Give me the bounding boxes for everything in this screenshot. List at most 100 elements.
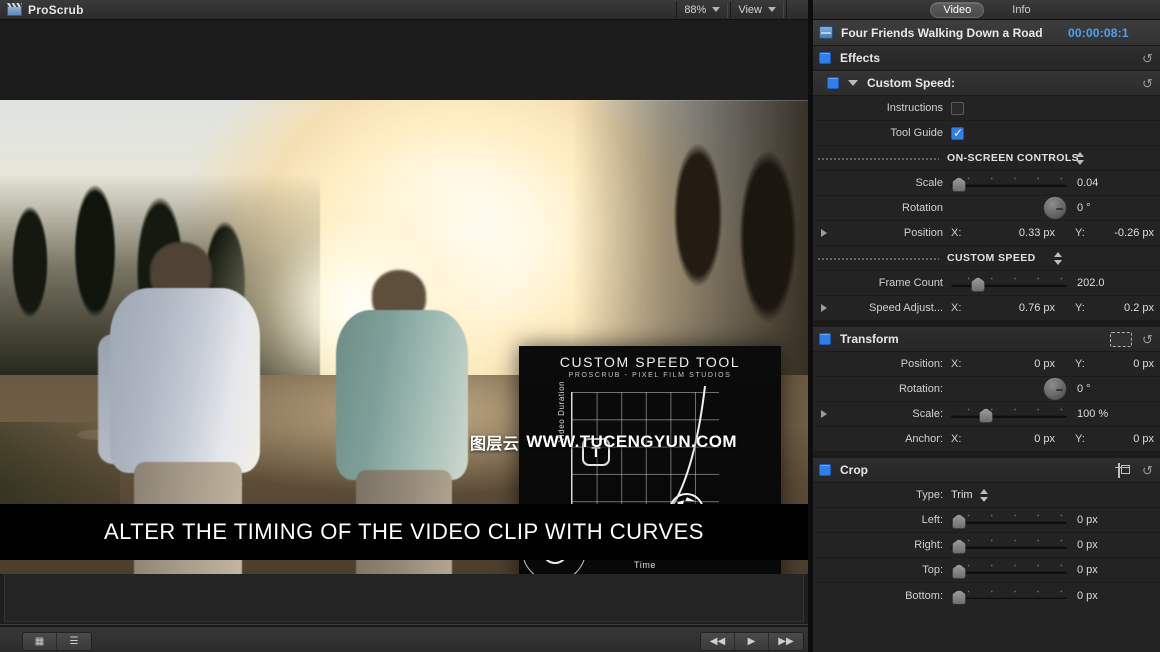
crop-bottom-slider[interactable] [951, 587, 1067, 605]
value-crop-left[interactable]: 0 px [1067, 514, 1139, 526]
row-scale-onscreen[interactable]: Scale 0.04 [813, 171, 1160, 196]
viewer-toolbar: ProScrub 88% View [0, 0, 808, 20]
row-frame-count[interactable]: Frame Count 202.0 [813, 271, 1160, 296]
tool-guide-checkbox[interactable] [951, 126, 964, 140]
row-transform-position[interactable]: Position: X: 0 px Y: 0 px [813, 352, 1160, 377]
crop-right-slider[interactable] [951, 536, 1067, 554]
inspector-parameters: Effects ↺ Custom Speed: ↺ Instructions T… [813, 46, 1160, 652]
value-anchor-x[interactable]: 0 px [985, 433, 1059, 445]
viewer-letterbox-top [0, 20, 808, 100]
skip-back-icon[interactable]: ◀◀ [701, 633, 735, 650]
label-crop-right: Right: [914, 539, 943, 551]
value-anchor-y[interactable]: 0 px [1097, 433, 1154, 445]
transform-scale-slider[interactable] [951, 405, 1067, 423]
media-browser-icon[interactable]: ▦ [23, 633, 57, 650]
value-crop-bottom[interactable]: 0 px [1067, 590, 1139, 602]
caption-text: ALTER THE TIMING OF THE VIDEO CLIP WITH … [104, 519, 704, 544]
instructions-checkbox[interactable] [951, 101, 964, 115]
video-canvas[interactable]: CUSTOM SPEED TOOL PROSCRUB - PIXEL FILM … [0, 100, 808, 574]
zoom-level-menu[interactable]: 88% [676, 1, 729, 18]
section-effects[interactable]: Effects ↺ [813, 46, 1160, 71]
transform-rotation-dial[interactable] [1043, 377, 1067, 401]
row-tool-guide[interactable]: Tool Guide [813, 121, 1160, 146]
value-speed-x[interactable]: 0.76 px [985, 302, 1059, 314]
crop-icon[interactable] [1115, 462, 1132, 478]
position-disclosure-icon[interactable] [813, 229, 835, 237]
transform-handles-icon[interactable] [1110, 331, 1132, 347]
transform-enable-checkbox[interactable] [819, 333, 831, 345]
scale-disclosure-icon[interactable] [813, 410, 835, 418]
rotation-dial[interactable] [1043, 196, 1067, 220]
frame-count-slider[interactable] [951, 274, 1067, 292]
label-position-x: X: [951, 227, 962, 239]
value-rotation[interactable]: 0 ° [1067, 202, 1139, 214]
value-speed-y[interactable]: 0.2 px [1097, 302, 1154, 314]
label-speed-x: X: [951, 302, 962, 314]
clip-timecode[interactable]: 00:00:08:1 [1068, 26, 1154, 40]
disclosure-triangle-icon[interactable] [848, 80, 858, 86]
label-transform-position-x: X: [951, 358, 962, 370]
value-transform-position-y[interactable]: 0 px [1097, 358, 1154, 370]
crop-type-dropdown[interactable]: Trim [951, 488, 989, 502]
custom-speed-enable-checkbox[interactable] [827, 77, 839, 89]
speed-adjust-disclosure-icon[interactable] [813, 304, 835, 312]
row-crop-right[interactable]: Right: 0 px [813, 533, 1160, 558]
clip-header: Four Friends Walking Down a Road 00:00:0… [813, 20, 1160, 46]
list-view-icon[interactable]: ☰ [57, 633, 91, 650]
section-crop[interactable]: Crop ↺ [813, 458, 1160, 483]
value-crop-top[interactable]: 0 px [1067, 564, 1139, 576]
bottom-toolbar-center-group[interactable]: ◀◀ ▶ ▶▶ [700, 632, 804, 651]
row-rotation-onscreen[interactable]: Rotation 0 ° [813, 196, 1160, 221]
label-transform-rotation: Rotation: [898, 383, 943, 395]
label-crop-type: Type: [916, 489, 943, 501]
film-clapper-icon [7, 3, 22, 16]
skip-forward-icon[interactable]: ▶▶ [769, 633, 803, 650]
viewer-toolbar-right: 88% View [676, 0, 808, 20]
view-menu-label: View [738, 3, 762, 16]
watermark: 图层云 WWW.TUCENGYUN.COM [470, 430, 737, 454]
row-transform-anchor[interactable]: Anchor: X: 0 px Y: 0 px [813, 427, 1160, 452]
row-crop-top[interactable]: Top: 0 px [813, 558, 1160, 583]
row-position-onscreen[interactable]: Position X: 0.33 px Y: -0.26 px [813, 221, 1160, 246]
scale-slider[interactable] [951, 174, 1067, 192]
crop-left-slider[interactable] [951, 511, 1067, 529]
section-custom-speed[interactable]: Custom Speed: ↺ [813, 71, 1160, 96]
label-tool-guide: Tool Guide [890, 127, 943, 139]
label-instructions: Instructions [886, 102, 943, 114]
reset-arrow-icon[interactable]: ↺ [1141, 52, 1154, 65]
row-transform-scale[interactable]: Scale: 100 % [813, 402, 1160, 427]
onscreen-stepper[interactable] [1075, 152, 1084, 165]
value-position-x[interactable]: 0.33 px [985, 227, 1059, 239]
value-transform-position-x[interactable]: 0 px [985, 358, 1059, 370]
group-title-onscreen: ON-SCREEN CONTROLS [947, 152, 1080, 164]
row-crop-bottom[interactable]: Bottom: 0 px [813, 583, 1160, 608]
section-title-custom-speed: Custom Speed: [867, 76, 956, 90]
crop-top-slider[interactable] [951, 561, 1067, 579]
value-transform-rotation[interactable]: 0 ° [1067, 383, 1139, 395]
reset-arrow-icon[interactable]: ↺ [1141, 77, 1154, 90]
tab-info[interactable]: Info [1000, 3, 1042, 17]
view-menu[interactable]: View [730, 1, 784, 18]
chevron-down-icon [768, 7, 776, 12]
bottom-toolbar-left-group[interactable]: ▦ ☰ [22, 632, 92, 651]
value-transform-scale[interactable]: 100 % [1067, 408, 1139, 420]
value-crop-right[interactable]: 0 px [1067, 539, 1139, 551]
value-position-y[interactable]: -0.26 px [1097, 227, 1154, 239]
reset-arrow-icon[interactable]: ↺ [1141, 333, 1154, 346]
label-crop-top: Top: [922, 564, 943, 576]
custom-speed-stepper[interactable] [1053, 252, 1062, 265]
value-scale[interactable]: 0.04 [1067, 177, 1139, 189]
value-frame-count[interactable]: 202.0 [1067, 277, 1139, 289]
crop-enable-checkbox[interactable] [819, 464, 831, 476]
reset-arrow-icon[interactable]: ↺ [1141, 464, 1154, 477]
row-crop-left[interactable]: Left: 0 px [813, 508, 1160, 533]
overlay-x-axis-label: Time [633, 560, 657, 570]
effects-enable-checkbox[interactable] [819, 52, 831, 64]
tab-video[interactable]: Video [930, 1, 985, 18]
row-crop-type[interactable]: Type: Trim [813, 483, 1160, 508]
row-instructions[interactable]: Instructions [813, 96, 1160, 121]
section-transform[interactable]: Transform ↺ [813, 327, 1160, 352]
play-icon[interactable]: ▶ [735, 633, 769, 650]
row-speed-adjust[interactable]: Speed Adjust... X: 0.76 px Y: 0.2 px [813, 296, 1160, 321]
row-transform-rotation[interactable]: Rotation: 0 ° [813, 377, 1160, 402]
